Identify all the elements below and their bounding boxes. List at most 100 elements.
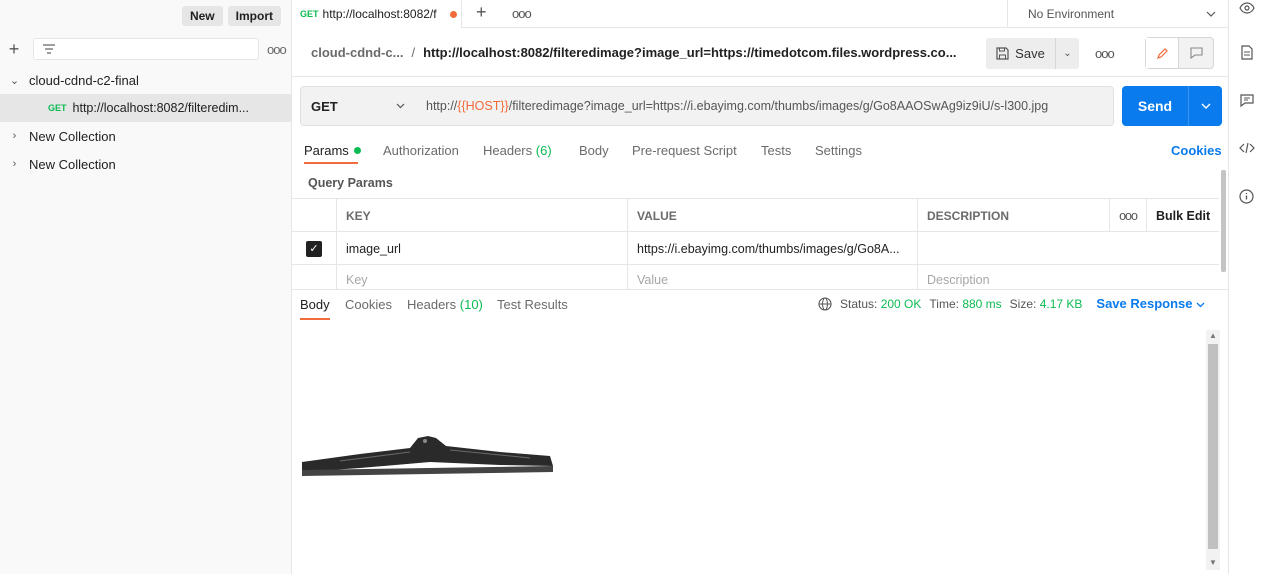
response-tab-body[interactable]: Body	[300, 297, 330, 312]
status-label: Status:	[840, 296, 878, 311]
breadcrumb-collection[interactable]: cloud-cdnd-c...	[311, 45, 403, 60]
info-icon[interactable]	[1229, 189, 1263, 207]
param-key: image_url	[346, 241, 401, 256]
request-title[interactable]: http://localhost:8082/filteredimage?imag…	[423, 45, 956, 60]
table-more-icon[interactable]: ooo	[1109, 199, 1146, 232]
mode-toggle	[1145, 37, 1214, 69]
request-scrollbar[interactable]	[1221, 170, 1226, 272]
tab-body[interactable]: Body	[579, 143, 609, 158]
collection-item[interactable]: ⌄ cloud-cdnd-c2-final	[0, 66, 291, 94]
tab-headers-label: Headers	[483, 143, 533, 158]
response-scrollbar[interactable]: ▲ ▼	[1206, 330, 1220, 570]
collection-name: New Collection	[29, 128, 116, 144]
chevron-down-icon	[1206, 11, 1216, 17]
param-checkbox[interactable]: ✓	[292, 232, 336, 265]
collection-name: cloud-cdnd-c2-final	[29, 72, 139, 88]
scrollbar-thumb[interactable]	[1208, 344, 1218, 549]
time-indicator[interactable]: Time: 880 ms	[929, 297, 1001, 311]
size-label: Size:	[1009, 296, 1037, 311]
code-icon[interactable]	[1229, 142, 1263, 157]
new-description-input[interactable]: Description	[917, 265, 1219, 290]
sidebar-more-icon[interactable]: ooo	[267, 42, 287, 57]
table-header-row: KEY VALUE DESCRIPTION ooo Bulk Edit	[292, 198, 1219, 232]
add-collection-icon[interactable]: +	[6, 40, 22, 58]
tab-headers[interactable]: Headers (6)	[483, 143, 552, 158]
chevron-down-icon[interactable]: ⌄	[0, 74, 29, 87]
documentation-icon[interactable]	[1229, 45, 1263, 63]
checkmark-icon: ✓	[306, 240, 322, 257]
response-tab-cookies[interactable]: Cookies	[345, 297, 392, 312]
new-key-input[interactable]: Key	[336, 265, 627, 290]
tab-authorization[interactable]: Authorization	[383, 143, 459, 158]
right-rail	[1228, 0, 1263, 574]
column-value-label: VALUE	[637, 208, 677, 223]
request-more-icon[interactable]: ooo	[1095, 46, 1115, 61]
url-suffix: /filteredimage?image_url=https://i.ebayi…	[508, 99, 1049, 113]
active-tab-indicator	[304, 162, 358, 164]
request-name: http://localhost:8082/filteredim...	[72, 101, 249, 115]
tabs-more-icon[interactable]: ooo	[512, 6, 532, 21]
request-tab[interactable]: GET http://localhost:8082/f	[292, 0, 462, 28]
chevron-right-icon[interactable]: ›	[0, 158, 29, 170]
new-value-input[interactable]: Value	[627, 265, 917, 290]
response-headers-count: (10)	[459, 297, 483, 312]
comment-mode-icon[interactable]	[1179, 38, 1213, 68]
collection-item[interactable]: › New Collection	[0, 150, 291, 178]
save-button-group: Save ⌄	[986, 38, 1079, 69]
column-description-label: DESCRIPTION	[927, 208, 1010, 223]
cookies-link[interactable]: Cookies	[1171, 143, 1222, 158]
url-input[interactable]: http://{{HOST}}/filteredimage?image_url=…	[415, 86, 1114, 126]
status-indicator[interactable]: Status: 200 OK	[840, 297, 921, 311]
eye-icon[interactable]	[1229, 2, 1263, 17]
size-indicator[interactable]: Size: 4.17 KB	[1010, 297, 1083, 311]
response-tab-headers[interactable]: Headers (10)	[407, 297, 483, 312]
description-placeholder: Description	[927, 272, 990, 287]
status-value: 200 OK	[880, 296, 922, 311]
send-button[interactable]: Send	[1122, 86, 1189, 126]
tab-tests[interactable]: Tests	[761, 143, 791, 158]
save-response-label: Save Response	[1096, 296, 1193, 311]
collection-item[interactable]: › New Collection	[0, 122, 291, 150]
send-options-icon[interactable]	[1189, 86, 1222, 126]
save-label: Save	[1015, 46, 1045, 61]
comments-icon[interactable]	[1229, 94, 1263, 110]
save-options-icon[interactable]: ⌄	[1056, 48, 1079, 59]
headers-count: (6)	[535, 143, 552, 158]
edit-mode-icon[interactable]	[1146, 38, 1179, 68]
params-table: KEY VALUE DESCRIPTION ooo Bulk Edit ✓ im…	[292, 198, 1219, 290]
response-headers-label: Headers	[407, 297, 457, 312]
chevron-right-icon[interactable]: ›	[0, 130, 29, 142]
save-button[interactable]: Save	[986, 38, 1056, 69]
globe-icon[interactable]	[818, 296, 832, 311]
sidebar: New Import + ooo ⌄ cloud-cdnd-c2-final G…	[0, 0, 292, 574]
params-active-dot	[353, 147, 361, 154]
bulk-edit-button[interactable]: Bulk Edit	[1146, 199, 1219, 232]
param-description-cell[interactable]	[917, 232, 1219, 265]
environment-select[interactable]: No Environment	[1007, 0, 1228, 28]
request-tabs: Params Authorization Headers (6) Body Pr…	[292, 137, 1228, 164]
query-params-title: Query Params	[308, 176, 393, 190]
size-value: 4.17 KB	[1039, 296, 1083, 311]
scroll-down-icon[interactable]: ▼	[1206, 558, 1220, 567]
time-value: 880 ms	[962, 296, 1002, 311]
key-placeholder: Key	[346, 272, 368, 287]
filter-input[interactable]	[33, 38, 259, 60]
request-item[interactable]: GET http://localhost:8082/filteredim...	[0, 94, 291, 122]
tab-prerequest-script[interactable]: Pre-request Script	[632, 143, 737, 158]
import-button[interactable]: Import	[227, 6, 281, 26]
tab-params[interactable]: Params	[304, 143, 361, 158]
value-placeholder: Value	[637, 272, 669, 287]
breadcrumb: cloud-cdnd-c... / http://localhost:8082/…	[311, 45, 957, 60]
scroll-up-icon[interactable]: ▲	[1206, 331, 1220, 340]
param-value-cell[interactable]: https://i.ebayimg.com/thumbs/images/g/Go…	[627, 232, 917, 265]
save-response-button[interactable]: Save Response	[1096, 296, 1205, 311]
new-button[interactable]: New	[181, 6, 223, 26]
new-tab-icon[interactable]: +	[476, 2, 487, 23]
param-key-cell[interactable]: image_url	[336, 232, 627, 265]
tab-settings[interactable]: Settings	[815, 143, 862, 158]
response-tab-test-results[interactable]: Test Results	[497, 297, 568, 312]
response-body	[292, 324, 1204, 574]
save-icon	[996, 47, 1009, 60]
method-select[interactable]: GET	[300, 86, 416, 126]
tab-method: GET	[300, 9, 319, 19]
